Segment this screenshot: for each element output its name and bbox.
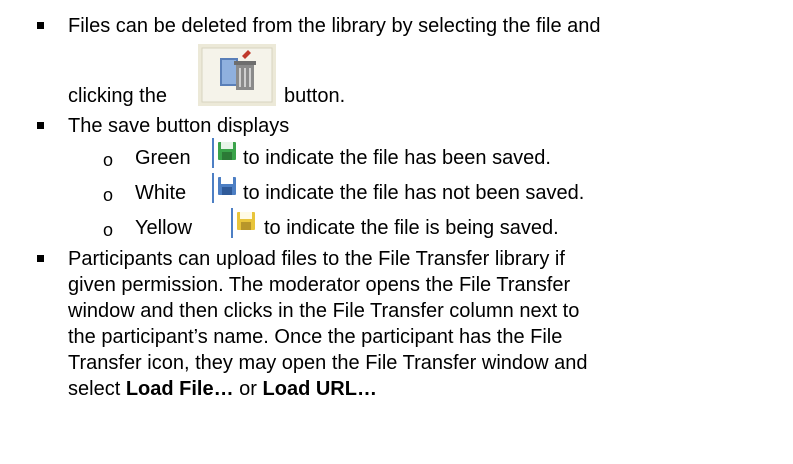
save-white-icon — [212, 173, 238, 203]
bullet-3-line-3: window and then clicks in the File Trans… — [68, 300, 580, 322]
sub-bullet-marker: o — [103, 220, 114, 240]
bullet-1-line-2-after: button. — [284, 85, 346, 107]
sub-bullet-green-word: Green — [135, 147, 191, 169]
sub-bullet-green-text: to indicate the file has been saved. — [243, 147, 551, 169]
bullet-3-line-4: the participant’s name. Once the partici… — [68, 326, 563, 348]
bullet-3-line-6: select Load File… or Load URL… — [68, 377, 377, 401]
bullet-3-line-1: Participants can upload files to the Fil… — [68, 248, 565, 270]
sub-bullet-yellow-word: Yellow — [135, 217, 193, 239]
load-url-label: Load URL… — [262, 378, 377, 400]
sub-bullet-yellow-text: to indicate the file is being saved. — [264, 217, 559, 239]
bullet-3-line-5: Transfer icon, they may open the File Tr… — [68, 352, 588, 374]
save-green-icon — [212, 138, 238, 168]
load-file-label: Load File… — [125, 378, 234, 400]
bullet-2-text: The save button displays — [68, 115, 290, 137]
save-yellow-icon — [231, 208, 257, 238]
bullet-marker — [37, 122, 44, 129]
bullet-3-line-2: given permission. The moderator opens th… — [68, 274, 571, 296]
sub-bullet-marker: o — [103, 150, 114, 170]
bullet-marker — [37, 255, 44, 262]
sub-bullet-white-text: to indicate the file has not been saved. — [243, 182, 585, 204]
bullet-1-line-1: Files can be deleted from the library by… — [68, 15, 601, 37]
bullet-1-line-2-before: clicking the — [68, 85, 167, 107]
document-page: Files can be deleted from the library by… — [0, 0, 793, 464]
select-text: select — [68, 378, 126, 400]
sub-bullet-marker: o — [103, 185, 114, 205]
delete-file-icon — [198, 44, 276, 106]
or-text: or — [233, 378, 263, 400]
bullet-marker — [37, 22, 44, 29]
sub-bullet-white-word: White — [135, 182, 187, 204]
